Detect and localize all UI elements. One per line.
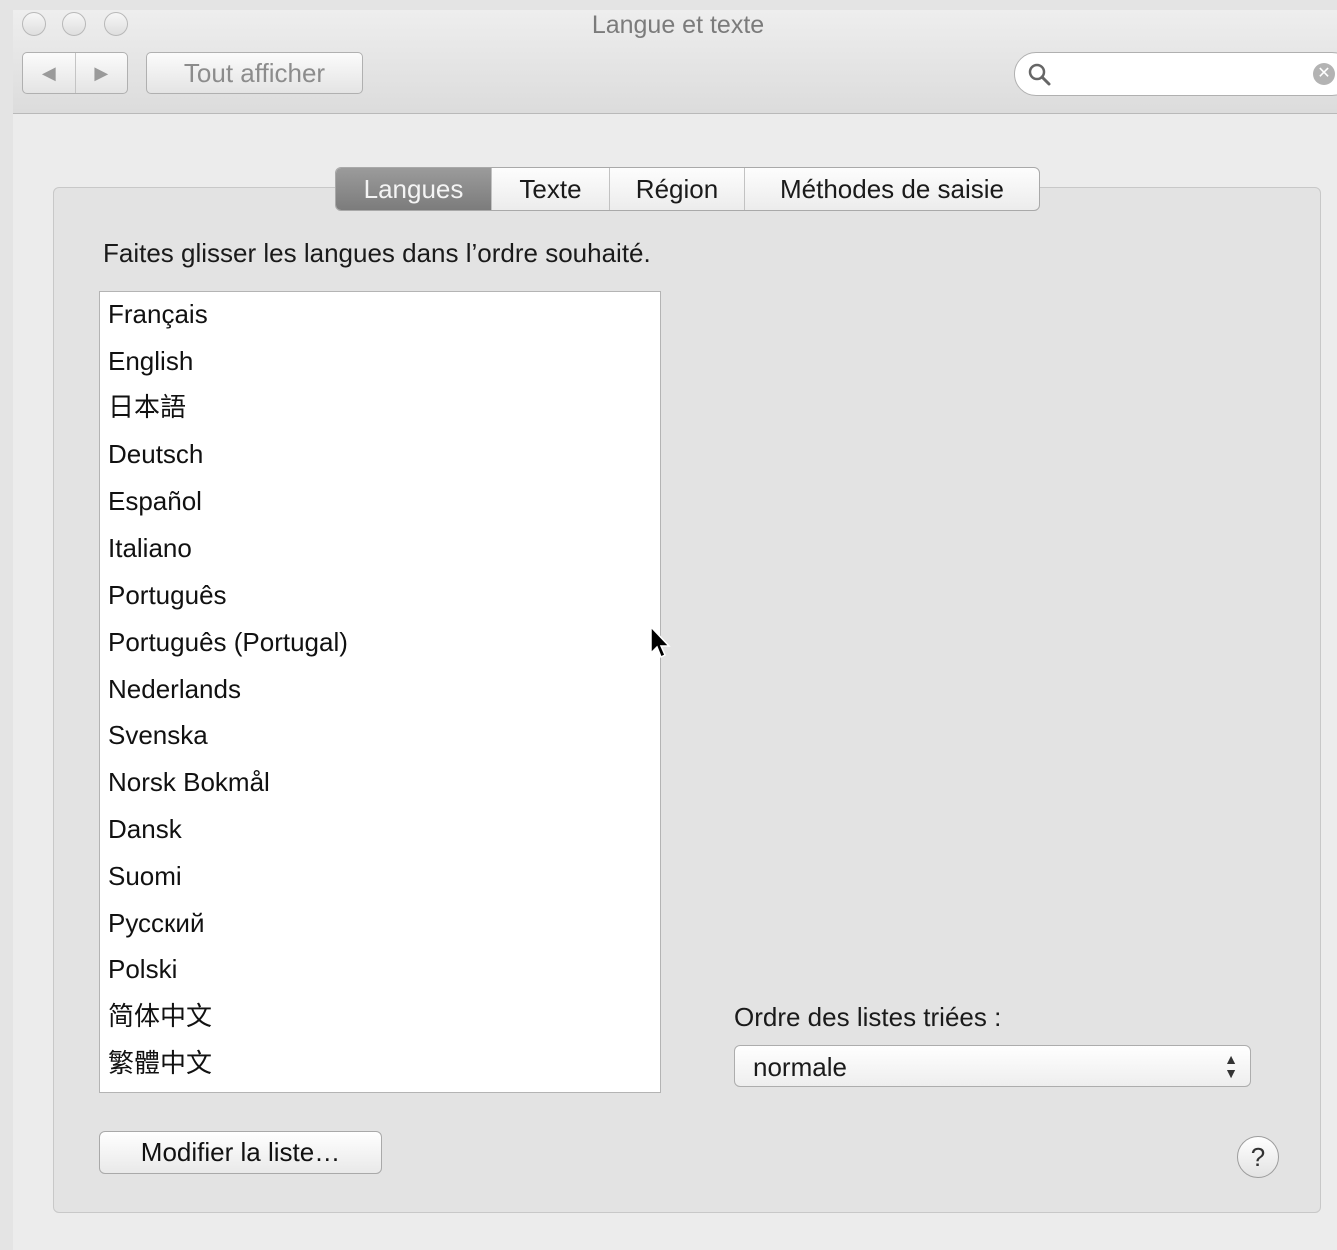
- tab-langues[interactable]: Langues: [336, 168, 492, 210]
- tab-methodes-de-saisie[interactable]: Méthodes de saisie: [745, 168, 1039, 210]
- tab-region[interactable]: Région: [610, 168, 745, 210]
- list-item[interactable]: Deutsch: [108, 437, 203, 471]
- clear-search-icon[interactable]: ✕: [1313, 63, 1335, 85]
- window-title: Langue et texte: [591, 11, 765, 39]
- sort-order-value: normale: [753, 1052, 847, 1082]
- list-item[interactable]: Português (Portugal): [108, 625, 348, 659]
- back-button[interactable]: ◀: [23, 53, 76, 93]
- edit-list-button[interactable]: Modifier la liste…: [99, 1131, 382, 1174]
- show-all-button[interactable]: Tout afficher: [146, 52, 363, 94]
- preferences-window: Langue et texte ◀ ▶ Tout afficher ✕ Lang…: [13, 10, 1337, 1250]
- sort-order-label: Ordre des listes triées :: [734, 1002, 1002, 1032]
- sort-order-select[interactable]: normale ▲ ▼: [734, 1045, 1251, 1087]
- list-item[interactable]: Nederlands: [108, 672, 241, 706]
- back-arrow-icon: ◀: [41, 62, 56, 83]
- tab-texte[interactable]: Texte: [492, 168, 610, 210]
- forward-arrow-icon: ▶: [94, 62, 109, 83]
- mouse-pointer-icon: [650, 625, 671, 659]
- list-item[interactable]: Français: [108, 297, 208, 331]
- language-list[interactable]: Français English 日本語 Deutsch Español Ita…: [99, 291, 661, 1093]
- list-item[interactable]: Dansk: [108, 812, 182, 846]
- list-item[interactable]: 简体中文: [108, 999, 212, 1033]
- forward-button[interactable]: ▶: [76, 53, 128, 93]
- search-icon: [1028, 63, 1051, 86]
- title-bar: Langue et texte ◀ ▶ Tout afficher ✕: [13, 10, 1337, 114]
- list-item[interactable]: English: [108, 344, 193, 378]
- list-item[interactable]: Norsk Bokmål: [108, 765, 270, 799]
- search-input[interactable]: [1059, 59, 1303, 89]
- back-forward-control: ◀ ▶: [22, 52, 128, 94]
- list-item[interactable]: Polski: [108, 952, 177, 986]
- list-item[interactable]: Português: [108, 578, 227, 612]
- help-button[interactable]: ?: [1237, 1136, 1279, 1178]
- list-item[interactable]: 日本語: [108, 390, 186, 424]
- list-item[interactable]: Italiano: [108, 531, 192, 565]
- list-item[interactable]: Svenska: [108, 718, 208, 752]
- list-item[interactable]: Русский: [108, 906, 204, 940]
- list-item[interactable]: 繁體中文: [108, 1046, 212, 1080]
- languages-instruction: Faites glisser les langues dans l’ordre …: [103, 238, 651, 268]
- tab-bar: Langues Texte Région Méthodes de saisie: [335, 167, 1040, 211]
- list-item[interactable]: Español: [108, 484, 202, 518]
- updown-arrows-icon: ▲ ▼: [1224, 1051, 1238, 1081]
- list-item[interactable]: Suomi: [108, 859, 182, 893]
- search-field[interactable]: ✕: [1014, 52, 1337, 96]
